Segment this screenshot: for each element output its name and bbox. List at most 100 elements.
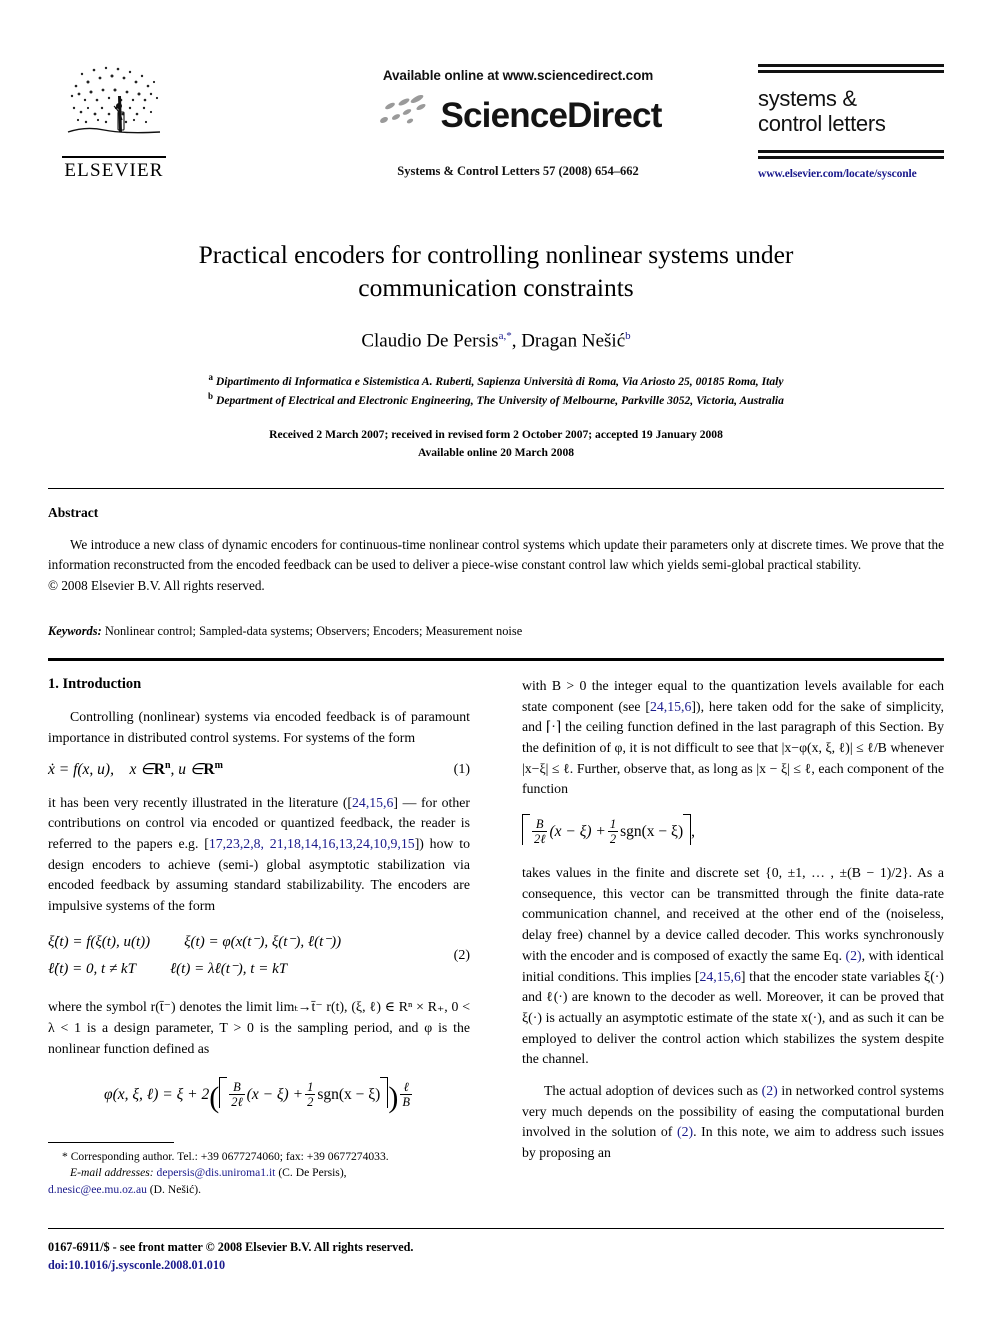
affiliation-a: a Dipartimento di Informatica e Sistemis… xyxy=(110,371,882,391)
eq3-frac2-den: 2 xyxy=(305,1094,316,1110)
equation-2-line1-left: ξ̇(t) = f(ξ(t), u(t)) xyxy=(48,933,151,950)
author-1-name: Claudio De Persis xyxy=(361,330,499,352)
journal-citation: Systems & Control Letters 57 (2008) 654–… xyxy=(397,164,639,178)
corresponding-author-note: * Corresponding author. Tel.: +39 067727… xyxy=(48,1149,470,1165)
journal-brand-line1: systems & xyxy=(758,86,857,111)
email-owner-2: (D. Nešić). xyxy=(149,1182,201,1196)
equation-1-rhs-u: , u ∈ xyxy=(170,761,204,779)
available-online-text: Available online at www.sciencedirect.co… xyxy=(382,68,654,83)
elsevier-logo: ELSEVIER xyxy=(54,56,174,182)
eq-ref-2-a[interactable]: (2) xyxy=(846,948,862,963)
equation-1-rm-sup: m xyxy=(214,760,223,772)
keywords-value: Nonlinear control; Sampled-data systems;… xyxy=(104,624,523,638)
equation-1-number: (1) xyxy=(453,761,470,777)
sciencedirect-wordmark: ScienceDirect xyxy=(440,96,662,135)
equation-4-body: B 2ℓ (x − ξ) +1 2 sgn(x − ξ), xyxy=(522,814,944,847)
ceiling-right-bracket-eq3 xyxy=(380,1077,389,1109)
equation-3-frac-2: 12 xyxy=(305,1080,316,1110)
citation-ref-group-2[interactable]: 17,23,2,8, 21,18,14,16,13,24,10,9,15 xyxy=(209,836,415,851)
email-addresses-line-1: E-mail addresses: depersis@dis.uniroma1.… xyxy=(48,1165,470,1181)
eq3-frac3-num: ℓ xyxy=(403,1080,409,1095)
eq4-frac2-num: 1 xyxy=(609,817,617,832)
footer-rule xyxy=(48,1228,944,1229)
equation-1-rhs-x: x ∈ xyxy=(129,761,154,779)
affiliation-b-text: Department of Electrical and Electronic … xyxy=(215,394,784,408)
equation-2-body: ξ̇(t) = f(ξ(t), u(t)) ξ(t) = φ(x(t⁻), ξ(t… xyxy=(48,929,434,985)
left-column: 1. Introduction Controlling (nonlinear) … xyxy=(48,676,470,1128)
ceiling-right-bracket-eq4 xyxy=(683,814,692,846)
equation-4-mid-1: (x − ξ) + xyxy=(549,823,606,841)
footnote-block: * Corresponding author. Tel.: +39 067727… xyxy=(48,1142,470,1198)
affiliation-a-text: Dipartimento di Informatica e Sistemisti… xyxy=(215,374,784,388)
journal-brand-line2: control letters xyxy=(758,110,886,136)
equation-3: φ(x, ξ, ℓ) = ξ + 2(B 2ℓ (x − ξ) +1 2 sgn(x −… xyxy=(48,1077,470,1115)
eq3-frac3-den: B xyxy=(400,1094,412,1110)
eq-ref-2-c[interactable]: (2) xyxy=(677,1124,693,1139)
right-paragraph-1: with B > 0 the integer equal to the quan… xyxy=(522,676,944,800)
citation-ref-group-1[interactable]: 24,15,6 xyxy=(352,795,393,810)
available-online-line: Available online 20 March 2008 xyxy=(417,446,575,460)
author-2-name: , Dragan Nešić xyxy=(511,330,626,352)
paper-page: ELSEVIER Available online at www.science… xyxy=(0,0,992,1323)
equation-2-line2-right: ℓ(t) = λℓ(t⁻), t = kT xyxy=(169,961,288,978)
affiliation-a-marker: a xyxy=(208,371,213,382)
equation-3-frac-1: B 2ℓ xyxy=(229,1080,245,1109)
email-link-1[interactable]: depersis@dis.uniroma1.it xyxy=(157,1166,276,1179)
citation-ref-group-4[interactable]: 24,15,6 xyxy=(699,969,740,984)
email-addresses-label: E-mail addresses: xyxy=(70,1166,154,1180)
abstract-block: Abstract We introduce a new class of dyn… xyxy=(48,505,944,596)
sciencedirect-swoosh-icon xyxy=(374,93,436,138)
abstract-text: We introduce a new class of dynamic enco… xyxy=(48,537,944,573)
equation-4: B 2ℓ (x − ξ) +1 2 sgn(x − ξ), xyxy=(522,814,944,847)
equation-2-line1-right: ξ(t) = φ(x(t⁻), ξ(t⁻), ℓ(t⁻)) xyxy=(184,933,342,950)
equation-3-open-paren: ( xyxy=(209,1081,220,1115)
brand-rule-bottom xyxy=(758,150,944,160)
journal-url-link[interactable]: www.elsevier.com/locate/sysconle xyxy=(758,168,944,180)
elsevier-logo-rule xyxy=(62,156,166,158)
eq4-frac2-den: 2 xyxy=(607,831,619,847)
affiliation-b-marker: b xyxy=(208,391,214,402)
journal-brand-block: systems & control letters www.elsevier.c… xyxy=(758,64,944,180)
title-block: Practical encoders for controlling nonli… xyxy=(110,238,882,462)
abstract-bottom-rule xyxy=(48,658,944,661)
author-2-affil-marker: b xyxy=(625,330,631,343)
corresponding-author-text: Corresponding author. Tel.: +39 06772740… xyxy=(70,1150,389,1163)
title-line-1: Practical encoders for controlling nonli… xyxy=(198,240,794,269)
abstract-heading: Abstract xyxy=(48,505,99,520)
section-heading-introduction: 1. Introduction xyxy=(48,676,142,692)
brand-rule-top xyxy=(758,64,944,73)
right-column: with B > 0 the integer equal to the quan… xyxy=(522,676,944,1175)
footnote-star-marker: * xyxy=(62,1150,68,1163)
equation-3-close-paren: ) xyxy=(388,1081,399,1115)
intro-paragraph-1: Controlling (nonlinear) systems via enco… xyxy=(48,709,470,745)
sciencedirect-logo: ScienceDirect xyxy=(374,93,662,138)
equation-4-frac-1: B 2ℓ xyxy=(532,817,548,847)
email-addresses-line-2: d.nesic@ee.mu.oz.au (D. Nešić). xyxy=(48,1182,470,1198)
eq3-frac1-num: B xyxy=(233,1080,241,1095)
eq3-frac2-num: 1 xyxy=(307,1080,314,1095)
page-title: Practical encoders for controlling nonli… xyxy=(110,238,882,304)
email-owner-1: (C. De Persis), xyxy=(278,1166,347,1180)
equation-1-body: ẋ = f(x, u), x ∈Rn, u ∈Rm xyxy=(48,760,434,779)
citation-ref-group-3[interactable]: 24,15,6 xyxy=(650,699,691,714)
sciencedirect-block: Available online at www.sciencedirect.co… xyxy=(258,68,778,179)
intro-paragraph-3: where the symbol r(t̄⁻) denotes the limi… xyxy=(48,999,470,1056)
intro-p2-pre: it has been very recently illustrated in… xyxy=(48,794,353,810)
author-1-affil-marker: a,* xyxy=(498,330,512,343)
eq4-frac1-den: 2ℓ xyxy=(532,831,548,847)
email-link-2[interactable]: d.nesic@ee.mu.oz.au xyxy=(48,1183,147,1196)
doi-link[interactable]: doi:10.1016/j.sysconle.2008.01.010 xyxy=(48,1256,608,1274)
footnote-rule xyxy=(48,1142,174,1143)
eq-ref-2-b[interactable]: (2) xyxy=(762,1083,778,1098)
ceiling-left-bracket-eq4 xyxy=(522,814,530,846)
equation-3-mid-1: (x − ξ) + xyxy=(246,1086,304,1104)
page-footer: 0167-6911/$ - see front matter © 2008 El… xyxy=(48,1238,608,1274)
abstract-top-rule xyxy=(48,488,944,489)
equation-4-comma: , xyxy=(691,823,695,841)
equation-2: ξ̇(t) = f(ξ(t), u(t)) ξ(t) = φ(x(t⁻), ξ(t… xyxy=(48,929,470,985)
equation-4-frac-2: 12 xyxy=(607,817,619,847)
equation-3-frac-3: ℓB xyxy=(400,1080,412,1109)
keywords-label: Keywords: xyxy=(48,624,102,638)
masthead: ELSEVIER Available online at www.science… xyxy=(48,52,944,202)
author-list: Claudio De Persisa,*, Dragan Nešićb xyxy=(110,330,882,352)
